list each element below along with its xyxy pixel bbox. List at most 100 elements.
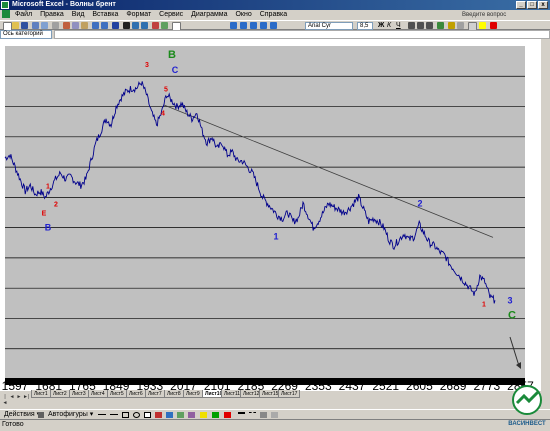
menu-insert[interactable]: Вставка <box>92 11 118 18</box>
drawing-icon[interactable] <box>161 22 168 29</box>
vertical-scrollbar[interactable] <box>541 39 550 391</box>
sheet-tab[interactable]: Лист17 <box>278 390 301 398</box>
clipart-icon[interactable] <box>177 412 184 418</box>
align-left-icon[interactable] <box>408 22 415 29</box>
plot-area[interactable] <box>5 46 525 379</box>
fill-color-icon[interactable] <box>479 22 486 29</box>
formula-bar[interactable] <box>54 30 550 39</box>
menu-format[interactable]: Формат <box>126 11 151 18</box>
fill-color-draw-icon[interactable] <box>200 412 207 418</box>
merge-icon[interactable] <box>437 22 444 29</box>
line-tool-icon[interactable] <box>98 414 106 415</box>
menu-chart[interactable]: Диаграмма <box>191 11 227 18</box>
sheet-tab[interactable]: Лист5 <box>107 390 127 398</box>
last-sheet-icon[interactable]: ►| <box>23 394 29 400</box>
maximize-button[interactable]: □ <box>527 1 537 9</box>
font-color-icon[interactable] <box>490 22 497 29</box>
sheet-tab[interactable]: Лист2 <box>50 390 70 398</box>
align-right-icon[interactable] <box>426 22 433 29</box>
underline-icon[interactable]: Ч <box>396 22 403 29</box>
menu-help[interactable]: Справка <box>260 11 287 18</box>
wordart-icon[interactable] <box>155 412 162 418</box>
wave-label: 3 <box>507 295 512 305</box>
wave-label: C <box>508 309 516 321</box>
font-color-draw-icon[interactable] <box>224 412 231 418</box>
sheet-tab[interactable]: Лист8 <box>164 390 184 398</box>
chart-sheet: 1597 1681 1765 1849 1933 2017 2101 2185 2269 2353… <box>0 39 550 391</box>
sort-desc-icon[interactable] <box>141 22 148 29</box>
by-row-icon[interactable] <box>260 22 267 29</box>
sheet-tab[interactable]: Лист7 <box>145 390 165 398</box>
paste-icon[interactable] <box>81 22 88 29</box>
sheet-tab[interactable]: Лист1 <box>31 390 51 398</box>
percent-icon[interactable] <box>448 22 455 29</box>
wave-label: B <box>45 223 52 233</box>
wave-label: 1 <box>46 183 50 190</box>
data-table-icon[interactable] <box>250 22 257 29</box>
open-icon[interactable] <box>12 22 19 29</box>
undo-icon[interactable] <box>92 22 99 29</box>
font-size-select[interactable]: 8,5 <box>357 22 373 30</box>
next-sheet-icon[interactable]: ► <box>16 394 22 400</box>
workbook-icon <box>2 10 10 19</box>
rectangle-tool-icon[interactable] <box>122 412 129 418</box>
legend-icon[interactable] <box>240 22 247 29</box>
print-icon[interactable] <box>32 22 39 29</box>
menu-window[interactable]: Окно <box>235 11 251 18</box>
menu-tools[interactable]: Сервис <box>159 11 183 18</box>
hyperlink-icon[interactable] <box>112 22 119 29</box>
line-style-icon[interactable] <box>238 412 245 418</box>
vasinvest-logo: ВАСИНВЕСТ <box>505 383 550 429</box>
font-name-select[interactable]: Arial Cyr <box>305 22 353 30</box>
sheet-tab[interactable]: Лист4 <box>88 390 108 398</box>
select-objects-icon[interactable] <box>38 412 44 418</box>
wave-label: 4 <box>161 111 165 118</box>
menu-file[interactable]: Файл <box>15 11 32 18</box>
menu-edit[interactable]: Правка <box>40 11 64 18</box>
status-bar: Готово <box>0 419 550 429</box>
bold-icon[interactable]: Ж <box>378 22 385 29</box>
sheet-tab[interactable]: Лист3 <box>69 390 89 398</box>
chart-type-icon[interactable] <box>230 22 237 29</box>
wave-label: E <box>42 211 47 218</box>
wave-label: B <box>168 49 176 61</box>
copy-icon[interactable] <box>72 22 79 29</box>
x-tick-label: 1597 <box>2 379 29 391</box>
shadow-icon[interactable] <box>260 412 267 418</box>
chart-wizard-icon[interactable] <box>152 22 159 29</box>
x-tick-label: 2773 <box>473 379 500 391</box>
prev-sheet-icon[interactable]: ◄ <box>9 394 15 400</box>
arrow-tool-icon[interactable] <box>110 414 118 415</box>
autosum-icon[interactable] <box>123 22 130 29</box>
window-title: Microsoft Excel - Волны брент <box>12 1 116 8</box>
minimize-button[interactable]: _ <box>516 1 526 9</box>
spelling-icon[interactable] <box>52 22 59 29</box>
dash-style-icon[interactable] <box>249 412 256 418</box>
menu-view[interactable]: Вид <box>72 11 85 18</box>
logo-text: ВАСИНВЕСТ <box>508 421 546 427</box>
first-sheet-icon[interactable]: |◄ <box>2 394 8 406</box>
italic-icon[interactable]: К <box>387 22 394 29</box>
sheet-tab[interactable]: Лист9 <box>183 390 203 398</box>
3d-icon[interactable] <box>271 412 278 418</box>
name-box[interactable]: Ось категорий <box>0 30 52 39</box>
oval-tool-icon[interactable] <box>133 412 140 418</box>
picture-icon[interactable] <box>188 412 195 418</box>
sheet-tab[interactable]: Лист6 <box>126 390 146 398</box>
standard-toolbar: Arial Cyr 8,5 Ж К Ч <box>0 20 550 31</box>
redo-icon[interactable] <box>101 22 108 29</box>
line-color-icon[interactable] <box>212 412 219 418</box>
wave-label: 2 <box>54 201 58 208</box>
close-button[interactable]: x <box>538 1 548 9</box>
textbox-tool-icon[interactable] <box>144 412 151 418</box>
preview-icon[interactable] <box>41 22 48 29</box>
align-center-icon[interactable] <box>417 22 424 29</box>
cut-icon[interactable] <box>63 22 70 29</box>
sort-asc-icon[interactable] <box>132 22 139 29</box>
brent-wave-chart[interactable]: 1597 1681 1765 1849 1933 2017 2101 2185 2269 2353… <box>0 39 550 391</box>
save-icon[interactable] <box>21 22 28 29</box>
comma-icon[interactable] <box>457 22 464 29</box>
diagram-icon[interactable] <box>166 412 173 418</box>
help-question-box[interactable]: Введите вопрос <box>462 11 534 19</box>
by-column-icon[interactable] <box>270 22 277 29</box>
